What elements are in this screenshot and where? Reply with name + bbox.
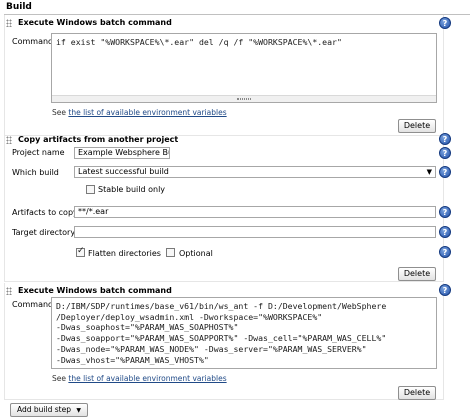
artifacts-label: Artifacts to copy: [12, 208, 78, 217]
drag-handle[interactable]: [6, 19, 12, 27]
delete-button[interactable]: Delete: [398, 267, 436, 281]
chevron-down-icon: ▼: [76, 407, 81, 414]
command-textarea[interactable]: if exist "%WORKSPACE%\*.ear" del /q /f "…: [51, 33, 437, 103]
which-build-select[interactable]: Latest successful build ▼: [74, 166, 436, 178]
target-directory-input[interactable]: [74, 226, 436, 238]
step-3-title: Execute Windows batch command: [18, 286, 172, 295]
target-directory-label: Target directory: [12, 228, 76, 237]
add-build-step-label: Add build step: [17, 405, 71, 414]
drag-handle[interactable]: [6, 287, 12, 295]
step-1-title: Execute Windows batch command: [18, 18, 172, 27]
step-2-title: Copy artifacts from another project: [18, 135, 179, 144]
delete-button[interactable]: Delete: [398, 119, 436, 133]
chevron-down-icon: ▼: [426, 168, 432, 176]
add-build-step-button[interactable]: Add build step ▼: [10, 403, 88, 417]
drag-handle[interactable]: [6, 136, 12, 144]
flatten-checkbox[interactable]: [76, 246, 85, 257]
project-name-input[interactable]: Example Websphere Bu: [74, 147, 170, 159]
section-title: Build: [6, 2, 32, 12]
step-3-help-icon[interactable]: ?: [439, 284, 451, 296]
textarea-resize-bar[interactable]: [52, 95, 436, 102]
optional-checkbox[interactable]: [166, 248, 175, 257]
target-help-icon[interactable]: ?: [439, 226, 451, 238]
artifacts-help-icon[interactable]: ?: [439, 206, 451, 218]
command-label: Command: [12, 37, 54, 46]
which-build-help-icon[interactable]: ?: [439, 166, 451, 178]
stable-build-checkbox[interactable]: [86, 185, 95, 194]
flatten-help-icon[interactable]: ?: [439, 246, 451, 258]
flatten-label: Flatten directories: [88, 249, 161, 258]
delete-button[interactable]: Delete: [398, 386, 436, 400]
which-build-value: Latest successful build: [78, 167, 169, 176]
optional-label: Optional: [179, 249, 213, 258]
env-note-prefix: See: [52, 374, 69, 383]
env-vars-note: See the list of available environment va…: [52, 108, 227, 117]
env-vars-link[interactable]: the list of available environment variab…: [68, 374, 226, 383]
command-label: Command: [12, 300, 54, 309]
command-textarea[interactable]: D:/IBM/SDP/runtimes/base_v61/bin/ws_ant …: [51, 297, 437, 369]
stable-build-label: Stable build only: [98, 185, 166, 194]
step-1-help-icon[interactable]: ?: [439, 17, 451, 29]
project-help-icon[interactable]: ?: [439, 147, 451, 159]
which-build-label: Which build: [12, 168, 59, 177]
env-vars-note: See the list of available environment va…: [52, 374, 227, 383]
env-note-prefix: See: [52, 108, 69, 117]
env-vars-link[interactable]: the list of available environment variab…: [68, 108, 226, 117]
artifacts-input[interactable]: **/*.ear: [74, 206, 436, 218]
project-name-label: Project name: [12, 148, 65, 157]
step-2-help-icon[interactable]: ?: [439, 133, 451, 145]
